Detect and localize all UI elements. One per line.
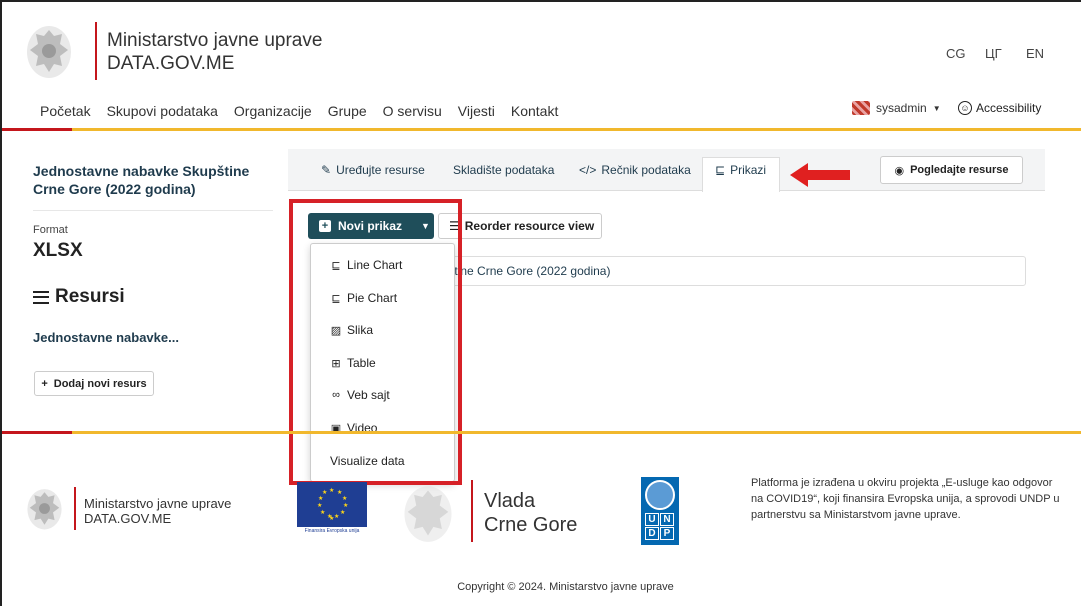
footer-divider [74,487,76,530]
format-label: Format [33,224,68,236]
dropdown-item-label: Veb sajt [347,388,390,402]
menu-icon [33,290,49,304]
svg-text:★: ★ [317,502,322,509]
copyright: Copyright © 2024. Ministarstvo javne upr… [457,581,674,593]
footer-description: Platforma je izrađena u okviru projekta … [751,477,1060,521]
footer-ministry-name[interactable]: Ministarstvo javne uprave [84,496,231,511]
government-name-line1: Vlada [484,490,536,512]
un-globe-icon [645,480,675,510]
header-divider [95,22,97,80]
line-chart-icon: ⊑ [331,259,341,272]
header-stripe [2,128,1081,131]
svg-text:★: ★ [322,489,327,496]
footer-stripe [2,431,1081,434]
accessibility-label: Accessibility [976,101,1042,115]
government-coat-of-arms [404,486,452,542]
dropdown-item-visualize-data[interactable]: Visualize data [330,454,405,468]
tab-views[interactable]: ⊑ Prikazi [715,163,766,177]
add-resource-button[interactable]: + Dodaj novi resurs [34,371,154,396]
svg-text:★: ★ [320,509,325,516]
user-name: sysadmin [876,101,927,115]
dropdown-item-label: Visualize data [330,454,405,468]
government-name-line2: Crne Gore [484,514,578,536]
accessibility-icon: ☺ [958,101,972,115]
tab-edit-label: Uređujte resurse [336,163,425,177]
dropdown-item-pie-chart[interactable]: ⊑ Pie Chart [330,291,397,305]
code-icon: </> [579,163,597,177]
chevron-down-icon: ▼ [932,103,941,113]
tab-data-dictionary[interactable]: </> Rečnik podataka [579,163,691,177]
eye-icon: ◉ [894,164,905,177]
dropdown-item-line-chart[interactable]: ⊑ Line Chart [330,258,402,272]
dropdown-item-website[interactable]: ∞ Veb sajt [330,388,390,402]
tab-views-label: Prikazi [730,163,767,177]
svg-text:★: ★ [329,515,334,522]
plus-square-icon: + [319,220,331,232]
list-icon: ☰ [449,219,460,233]
line-chart-icon: ⊑ [331,292,341,305]
view-resource-button[interactable]: ◉ Pogledajte resurse [880,156,1023,184]
plus-icon: + [41,377,48,390]
image-icon: ▨ [330,324,342,337]
user-menu[interactable]: sysadmin ▼ [852,101,941,115]
tab-dictionary-label: Rečnik podataka [601,163,691,177]
user-avatar [852,101,870,115]
lang-cg[interactable]: CG [946,46,966,61]
pencil-icon: ✎ [321,163,332,177]
svg-text:★: ★ [342,495,347,502]
eu-caption: Finansira Evropska unija [304,528,360,534]
coat-of-arms-logo[interactable] [24,22,74,80]
dropdown-item-label: Pie Chart [347,291,398,305]
red-arrow-annotation [790,163,850,187]
dropdown-item-table[interactable]: ⊞ Table [330,356,376,370]
resource-title: Jednostavne nabavke Skupštine Crne Gore … [33,163,250,197]
link-icon: ∞ [332,389,340,401]
line-chart-icon: ⊑ [715,163,726,177]
tab-datastore[interactable]: Skladište podataka [453,163,554,177]
resources-heading-label: Resursi [55,286,125,307]
svg-text:★: ★ [343,502,348,509]
lang-en[interactable]: EN [1026,46,1044,61]
accessibility-button[interactable]: ☺ Accessibility [958,101,1041,115]
table-icon: ⊞ [331,357,341,370]
lang-cyrillic[interactable]: ЦГ [985,46,1002,61]
add-resource-label: Dodaj novi resurs [53,377,147,390]
svg-text:★: ★ [329,487,334,494]
nav-organizations[interactable]: Organizacije [234,103,312,119]
view-resource-label: Pogledajte resurse [910,164,1009,176]
eu-flag-logo: ★ ★ ★ ★ ★ ★ ★ ★ ★ ★ ★ ★ [297,482,367,527]
svg-text:★: ★ [340,509,345,516]
sidebar-divider [33,210,273,211]
svg-text:★: ★ [318,495,323,502]
dropdown-item-label: Slika [347,323,374,337]
dropdown-item-label: Table [347,356,376,370]
site-name[interactable]: DATA.GOV.ME [107,53,234,75]
new-view-label: Novi prikaz [338,219,403,233]
resource-link[interactable]: Jednostavne nabavke... [33,330,179,345]
reorder-views-button[interactable]: ☰ Reorder resource view [438,213,602,239]
reorder-label: Reorder resource view [464,219,595,233]
nav-home[interactable]: Početak [40,103,91,119]
nav-about[interactable]: O servisu [383,103,442,119]
footer-site-name[interactable]: DATA.GOV.ME [84,511,171,526]
new-view-button[interactable]: + Novi prikaz ▼ [308,213,434,239]
tab-datastore-label: Skladište podataka [453,163,555,177]
format-value: XLSX [33,240,83,261]
resources-heading: Resursi [33,286,125,308]
ministry-name[interactable]: Ministarstvo javne uprave [107,30,322,52]
dropdown-item-image[interactable]: ▨ Slika [330,323,373,337]
government-divider [471,480,473,542]
footer-coat-of-arms [27,489,62,530]
dropdown-item-label: Line Chart [347,258,403,272]
eu-stars-icon: ★ ★★ ★★★ ★★★ ★★★ [317,487,348,522]
nav-groups[interactable]: Grupe [328,103,367,119]
nav-datasets[interactable]: Skupovi podataka [107,103,218,119]
nav-contact[interactable]: Kontakt [511,103,558,119]
nav-news[interactable]: Vijesti [458,103,495,119]
tab-edit-resource[interactable]: ✎ Uređujte resurse [321,163,425,177]
caret-down-icon: ▼ [421,221,430,231]
main-nav: Početak Skupovi podataka Organizacije Gr… [40,103,574,119]
svg-text:★: ★ [334,513,339,520]
